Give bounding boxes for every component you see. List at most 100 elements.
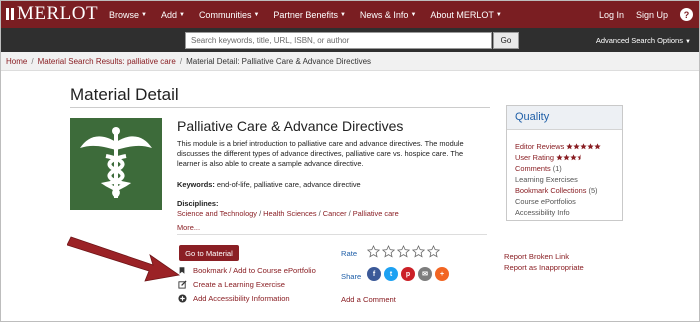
filled-star-icon: [556, 154, 563, 161]
nav-news-info[interactable]: News & Info ▼: [360, 10, 416, 20]
discipline-link[interactable]: Health Sciences: [263, 209, 316, 218]
advanced-search-label: Advanced Search Options: [595, 36, 683, 45]
pinterest-icon[interactable]: p: [401, 267, 415, 281]
report-inappropriate[interactable]: Report as Inappropriate: [504, 263, 584, 272]
plus-circle-icon: [177, 293, 187, 303]
facebook-icon[interactable]: f: [367, 267, 381, 281]
discipline-link[interactable]: Science and Technology: [177, 209, 257, 218]
share-icons: f t p ✉ +: [367, 267, 449, 281]
breadcrumb-search-results[interactable]: Material Search Results: palliative care: [38, 57, 176, 66]
top-navigation-bar: MERLOT Browse ▼ Add ▼ Communities ▼ Partner…: [1, 1, 699, 28]
page-title: Material Detail: [70, 85, 179, 104]
accessibility-action[interactable]: Add Accessibility Information: [177, 293, 290, 303]
logo-mark-icon: [6, 8, 14, 20]
nav-communities[interactable]: Communities ▼: [199, 10, 259, 20]
title-divider: [70, 107, 490, 108]
chevron-down-icon: ▼: [410, 11, 417, 18]
editor-reviews-link[interactable]: Editor Reviews: [515, 142, 564, 151]
breadcrumb-home[interactable]: Home: [6, 57, 27, 66]
nav-label: Communities: [198, 9, 252, 20]
rate-stars[interactable]: [367, 245, 440, 258]
advanced-search-options[interactable]: Advanced Search Options ▼: [596, 36, 691, 45]
disciplines-label: Disciplines:: [177, 199, 219, 208]
share-label: Share: [341, 272, 362, 281]
chevron-down-icon: ▼: [141, 11, 147, 18]
user-rating-link[interactable]: User Rating: [515, 153, 554, 162]
signup-link[interactable]: Sign Up: [636, 10, 668, 20]
email-icon[interactable]: ✉: [418, 267, 432, 281]
material-keywords: Keywords: end-of-life, palliative care, …: [177, 180, 361, 189]
go-to-material-button[interactable]: Go to Material: [179, 245, 239, 261]
chevron-down-icon: ▼: [339, 11, 346, 18]
material-description: This module is a brief introduction to p…: [177, 139, 464, 168]
half-star-icon: [577, 154, 581, 161]
breadcrumb-separator: /: [179, 56, 183, 66]
nav-label: News & Info: [359, 9, 409, 20]
search-input[interactable]: [185, 32, 492, 49]
chevron-down-icon: ▼: [685, 39, 691, 45]
breadcrumb: Home / Material Search Results: palliati…: [1, 52, 699, 71]
nav-browse[interactable]: Browse ▼: [109, 10, 147, 20]
comments-count: (1): [552, 164, 562, 173]
bookmark-label: Bookmark / Add to Course ePortfolio: [193, 265, 316, 275]
learning-exercises-label: Learning Exercises: [515, 175, 578, 184]
main-nav: Browse ▼ Add ▼ Communities ▼ Partner Benefi…: [109, 1, 502, 28]
account-nav: Log In Sign Up ?: [599, 1, 693, 28]
nav-label: Browse: [109, 9, 140, 20]
disciplines-list: Science and Technology / Health Sciences…: [177, 209, 399, 218]
nav-about[interactable]: About MERLOT ▼: [430, 10, 501, 20]
quality-heading: Quality: [507, 106, 622, 130]
filled-star-icon: [566, 143, 573, 150]
search-go-button[interactable]: Go: [493, 32, 519, 49]
bookmark-collections-count: (5): [588, 186, 598, 195]
logo-text: MERLOT: [17, 3, 99, 24]
accessibility-info-row: Accessibility Info: [515, 208, 570, 217]
filled-star-icon: [587, 143, 594, 150]
learning-exercises-row: Learning Exercises: [515, 175, 578, 184]
empty-star-icon[interactable]: [367, 245, 380, 258]
chevron-down-icon: ▼: [495, 11, 502, 18]
comments-link[interactable]: Comments: [515, 164, 551, 173]
nav-label: About MERLOT: [430, 9, 494, 20]
rate-label: Rate: [341, 249, 358, 258]
chevron-down-icon: ▼: [253, 11, 260, 18]
empty-star-icon[interactable]: [412, 245, 425, 258]
breadcrumb-separator: /: [31, 56, 34, 66]
breadcrumb-current: Material Detail: Palliative Care & Advan…: [186, 56, 372, 66]
red-arrow-annotation: [67, 236, 181, 282]
merlot-logo[interactable]: MERLOT: [5, 3, 99, 24]
empty-star-icon[interactable]: [382, 245, 395, 258]
keywords-value: end-of-life, palliative care, advance di…: [216, 180, 361, 189]
editor-reviews-row[interactable]: Editor Reviews: [515, 142, 601, 151]
more-share-icon[interactable]: +: [435, 267, 449, 281]
course-eportfolios-label: Course ePortfolios: [515, 197, 576, 206]
chevron-down-icon: ▼: [178, 11, 185, 18]
bookmark-collections-link[interactable]: Bookmark Collections: [515, 186, 586, 195]
bookmark-action[interactable]: Bookmark / Add to Course ePortfolio: [177, 265, 316, 275]
bookmark-collections-row[interactable]: Bookmark Collections (5): [515, 186, 598, 195]
nav-label: Partner Benefits: [273, 9, 338, 20]
twitter-icon[interactable]: t: [384, 267, 398, 281]
user-rating-stars: [556, 154, 584, 161]
caduceus-icon: [80, 127, 152, 198]
report-broken-link[interactable]: Report Broken Link: [504, 252, 569, 261]
discipline-link[interactable]: Cancer: [323, 209, 347, 218]
accessibility-label: Add Accessibility Information: [193, 293, 290, 303]
add-comment-link[interactable]: Add a Comment: [341, 295, 396, 304]
empty-star-icon[interactable]: [397, 245, 410, 258]
login-link[interactable]: Log In: [599, 10, 624, 20]
quality-panel: Quality Editor Reviews User Rating Comme…: [506, 105, 623, 221]
material-title: Palliative Care & Advance Directives: [177, 118, 404, 134]
user-rating-row[interactable]: User Rating: [515, 153, 584, 162]
help-icon[interactable]: ?: [680, 8, 693, 21]
create-exercise-action[interactable]: Create a Learning Exercise: [177, 279, 285, 289]
nav-add[interactable]: Add ▼: [161, 10, 185, 20]
discipline-link[interactable]: Palliative care: [353, 209, 399, 218]
filled-star-icon: [570, 154, 577, 161]
filled-star-icon: [580, 143, 587, 150]
material-thumbnail[interactable]: [70, 118, 162, 210]
empty-star-icon[interactable]: [427, 245, 440, 258]
comments-row[interactable]: Comments (1): [515, 164, 562, 173]
nav-partner-benefits[interactable]: Partner Benefits ▼: [273, 10, 346, 20]
nav-label: Add: [160, 9, 177, 20]
